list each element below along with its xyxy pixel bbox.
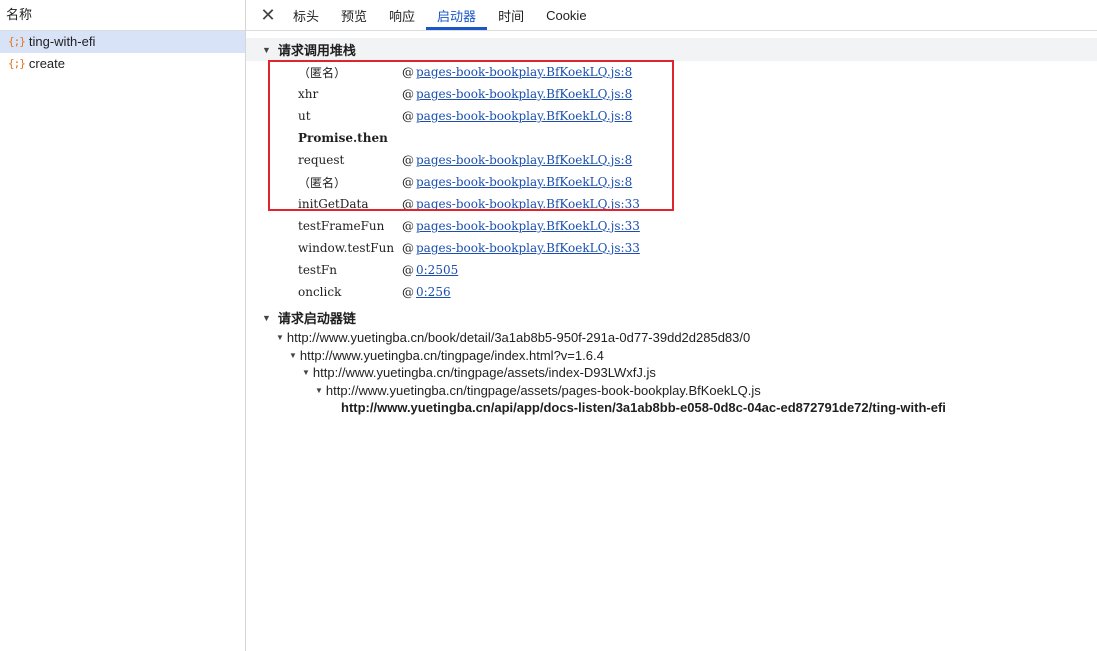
frame-function-name: （匿名） (298, 175, 347, 190)
stack-frame: ut @ pages-book-bookplay.BfKoekLQ.js:8 (246, 105, 1097, 127)
frame-at-symbol: @ (402, 197, 414, 211)
call-stack-section-header[interactable]: ▼ 请求调用堆栈 (246, 38, 1097, 61)
tab-cookies[interactable]: Cookie (535, 0, 597, 30)
chain-initiator-node[interactable]: ▼ http://www.yuetingba.cn/tingpage/assets… (276, 382, 1097, 400)
section-title: 请求调用堆栈 (277, 43, 356, 58)
frame-at-symbol: @ (402, 153, 414, 167)
frame-at-symbol: @ (402, 87, 414, 101)
chain-url: http://www.yuetingba.cn/tingpage/assets/… (325, 382, 761, 398)
stack-frame: xhr @ pages-book-bookplay.BfKoekLQ.js:8 (246, 83, 1097, 105)
stack-frame: request @ pages-book-bookplay.BfKoekLQ.js:… (246, 149, 1097, 171)
chain-initiator-node[interactable]: ▼ http://www.yuetingba.cn/tingpage/index.… (276, 347, 1097, 365)
request-item-create[interactable]: {;} create (0, 53, 245, 75)
chain-current-request[interactable]: http://www.yuetingba.cn/api/app/docs-lis… (276, 399, 1097, 417)
frame-at-symbol: @ (402, 285, 414, 299)
frame-function-name: window.testFun (298, 241, 395, 255)
frame-source-link[interactable]: pages-book-bookplay.BfKoekLQ.js:33 (416, 219, 640, 233)
frame-function-name: testFn (298, 263, 337, 277)
frame-at-symbol: @ (402, 241, 414, 255)
initiator-chain-tree: ▼ http://www.yuetingba.cn/book/detail/3a1… (246, 329, 1097, 417)
tab-initiator[interactable]: 启动器 (426, 0, 488, 30)
frame-at-symbol: @ (402, 175, 414, 189)
stack-frame: initGetData @ pages-book-bookplay.BfKoekLQ… (246, 193, 1097, 215)
frame-at-symbol: @ (402, 109, 414, 123)
name-column-header[interactable]: 名称 (0, 0, 245, 31)
stack-frame: testFrameFun @ pages-book-bookplay.BfKoekL… (246, 215, 1097, 237)
triangle-down-icon[interactable]: ▼ (315, 386, 323, 395)
request-item-ting-with-efi[interactable]: {;} ting-with-efi (0, 31, 245, 53)
frame-function-name: testFrameFun (298, 219, 385, 233)
call-stack-list: （匿名） @ pages-book-bookplay.BfKoekLQ.js:8 xh… (246, 60, 1097, 303)
details-tabbar: ✕ 标头 预览 响应 启动器 时间 Cookie (246, 0, 1097, 31)
initiator-chain-section-header[interactable]: ▼ 请求启动器链 (246, 306, 1097, 329)
frame-source-link[interactable]: 0:256 (416, 285, 451, 299)
stack-frame: testFn @0:2505 (246, 259, 1097, 281)
triangle-down-icon: ▼ (262, 44, 271, 55)
stack-frame: （匿名） @ pages-book-bookplay.BfKoekLQ.js:8 (246, 171, 1097, 193)
script-icon: {;} (8, 35, 26, 48)
tab-headers[interactable]: 标头 (282, 0, 330, 30)
frame-source-link[interactable]: pages-book-bookplay.BfKoekLQ.js:8 (416, 175, 632, 189)
request-list-panel: 名称 {;} ting-with-efi {;} create (0, 0, 246, 651)
frame-at-symbol: @ (402, 219, 414, 233)
triangle-down-icon[interactable]: ▼ (302, 368, 310, 377)
chain-url: http://www.yuetingba.cn/tingpage/index.h… (299, 347, 604, 363)
triangle-down-icon[interactable]: ▼ (289, 351, 297, 360)
chain-url: http://www.yuetingba.cn/tingpage/assets/… (312, 365, 656, 381)
frame-function-name: （匿名） (298, 65, 347, 80)
chain-url: http://www.yuetingba.cn/book/detail/3a1a… (286, 330, 751, 346)
frame-source-link[interactable]: pages-book-bookplay.BfKoekLQ.js:33 (416, 241, 640, 255)
tab-timing[interactable]: 时间 (487, 0, 535, 30)
chain-initiator-node[interactable]: ▼ http://www.yuetingba.cn/book/detail/3a1… (276, 329, 1097, 347)
frame-source-link[interactable]: pages-book-bookplay.BfKoekLQ.js:8 (416, 109, 632, 123)
stack-frame: （匿名） @ pages-book-bookplay.BfKoekLQ.js:8 (246, 61, 1097, 83)
frame-function-name: ut (298, 109, 311, 123)
stack-frame: window.testFun @ pages-book-bookplay.BfKoe… (246, 237, 1097, 259)
chain-url: http://www.yuetingba.cn/api/app/docs-lis… (341, 400, 946, 416)
tab-preview[interactable]: 预览 (330, 0, 378, 30)
stack-frame: Promise.then (246, 127, 1097, 149)
chain-initiator-node[interactable]: ▼ http://www.yuetingba.cn/tingpage/assets… (276, 364, 1097, 382)
close-icon[interactable]: ✕ (254, 0, 282, 30)
frame-function-name: xhr (298, 87, 319, 101)
frame-source-link[interactable]: 0:2505 (416, 263, 458, 277)
triangle-down-icon[interactable]: ▼ (276, 333, 284, 342)
request-item-label: ting-with-efi (28, 34, 96, 49)
tab-response[interactable]: 响应 (378, 0, 426, 30)
request-item-label: create (28, 56, 66, 71)
frame-at-symbol: @ (402, 263, 414, 277)
request-details-panel: ✕ 标头 预览 响应 启动器 时间 Cookie ▼ 请求调用堆栈 （匿名） @ p… (246, 0, 1097, 651)
section-title: 请求启动器链 (277, 311, 356, 326)
frame-at-symbol: @ (402, 65, 414, 79)
stack-frame: onclick @0:256 (246, 281, 1097, 303)
script-icon: {;} (8, 57, 26, 70)
frame-function-name: request (298, 153, 345, 167)
frame-source-link[interactable]: pages-book-bookplay.BfKoekLQ.js:8 (416, 87, 632, 101)
frame-source-link[interactable]: pages-book-bookplay.BfKoekLQ.js:8 (416, 153, 632, 167)
async-boundary-label: Promise.then (298, 131, 388, 145)
frame-source-link[interactable]: pages-book-bookplay.BfKoekLQ.js:33 (416, 197, 640, 211)
frame-function-name: initGetData (298, 197, 369, 211)
triangle-down-icon: ▼ (262, 312, 271, 323)
frame-source-link[interactable]: pages-book-bookplay.BfKoekLQ.js:8 (416, 65, 632, 79)
frame-function-name: onclick (298, 285, 342, 299)
